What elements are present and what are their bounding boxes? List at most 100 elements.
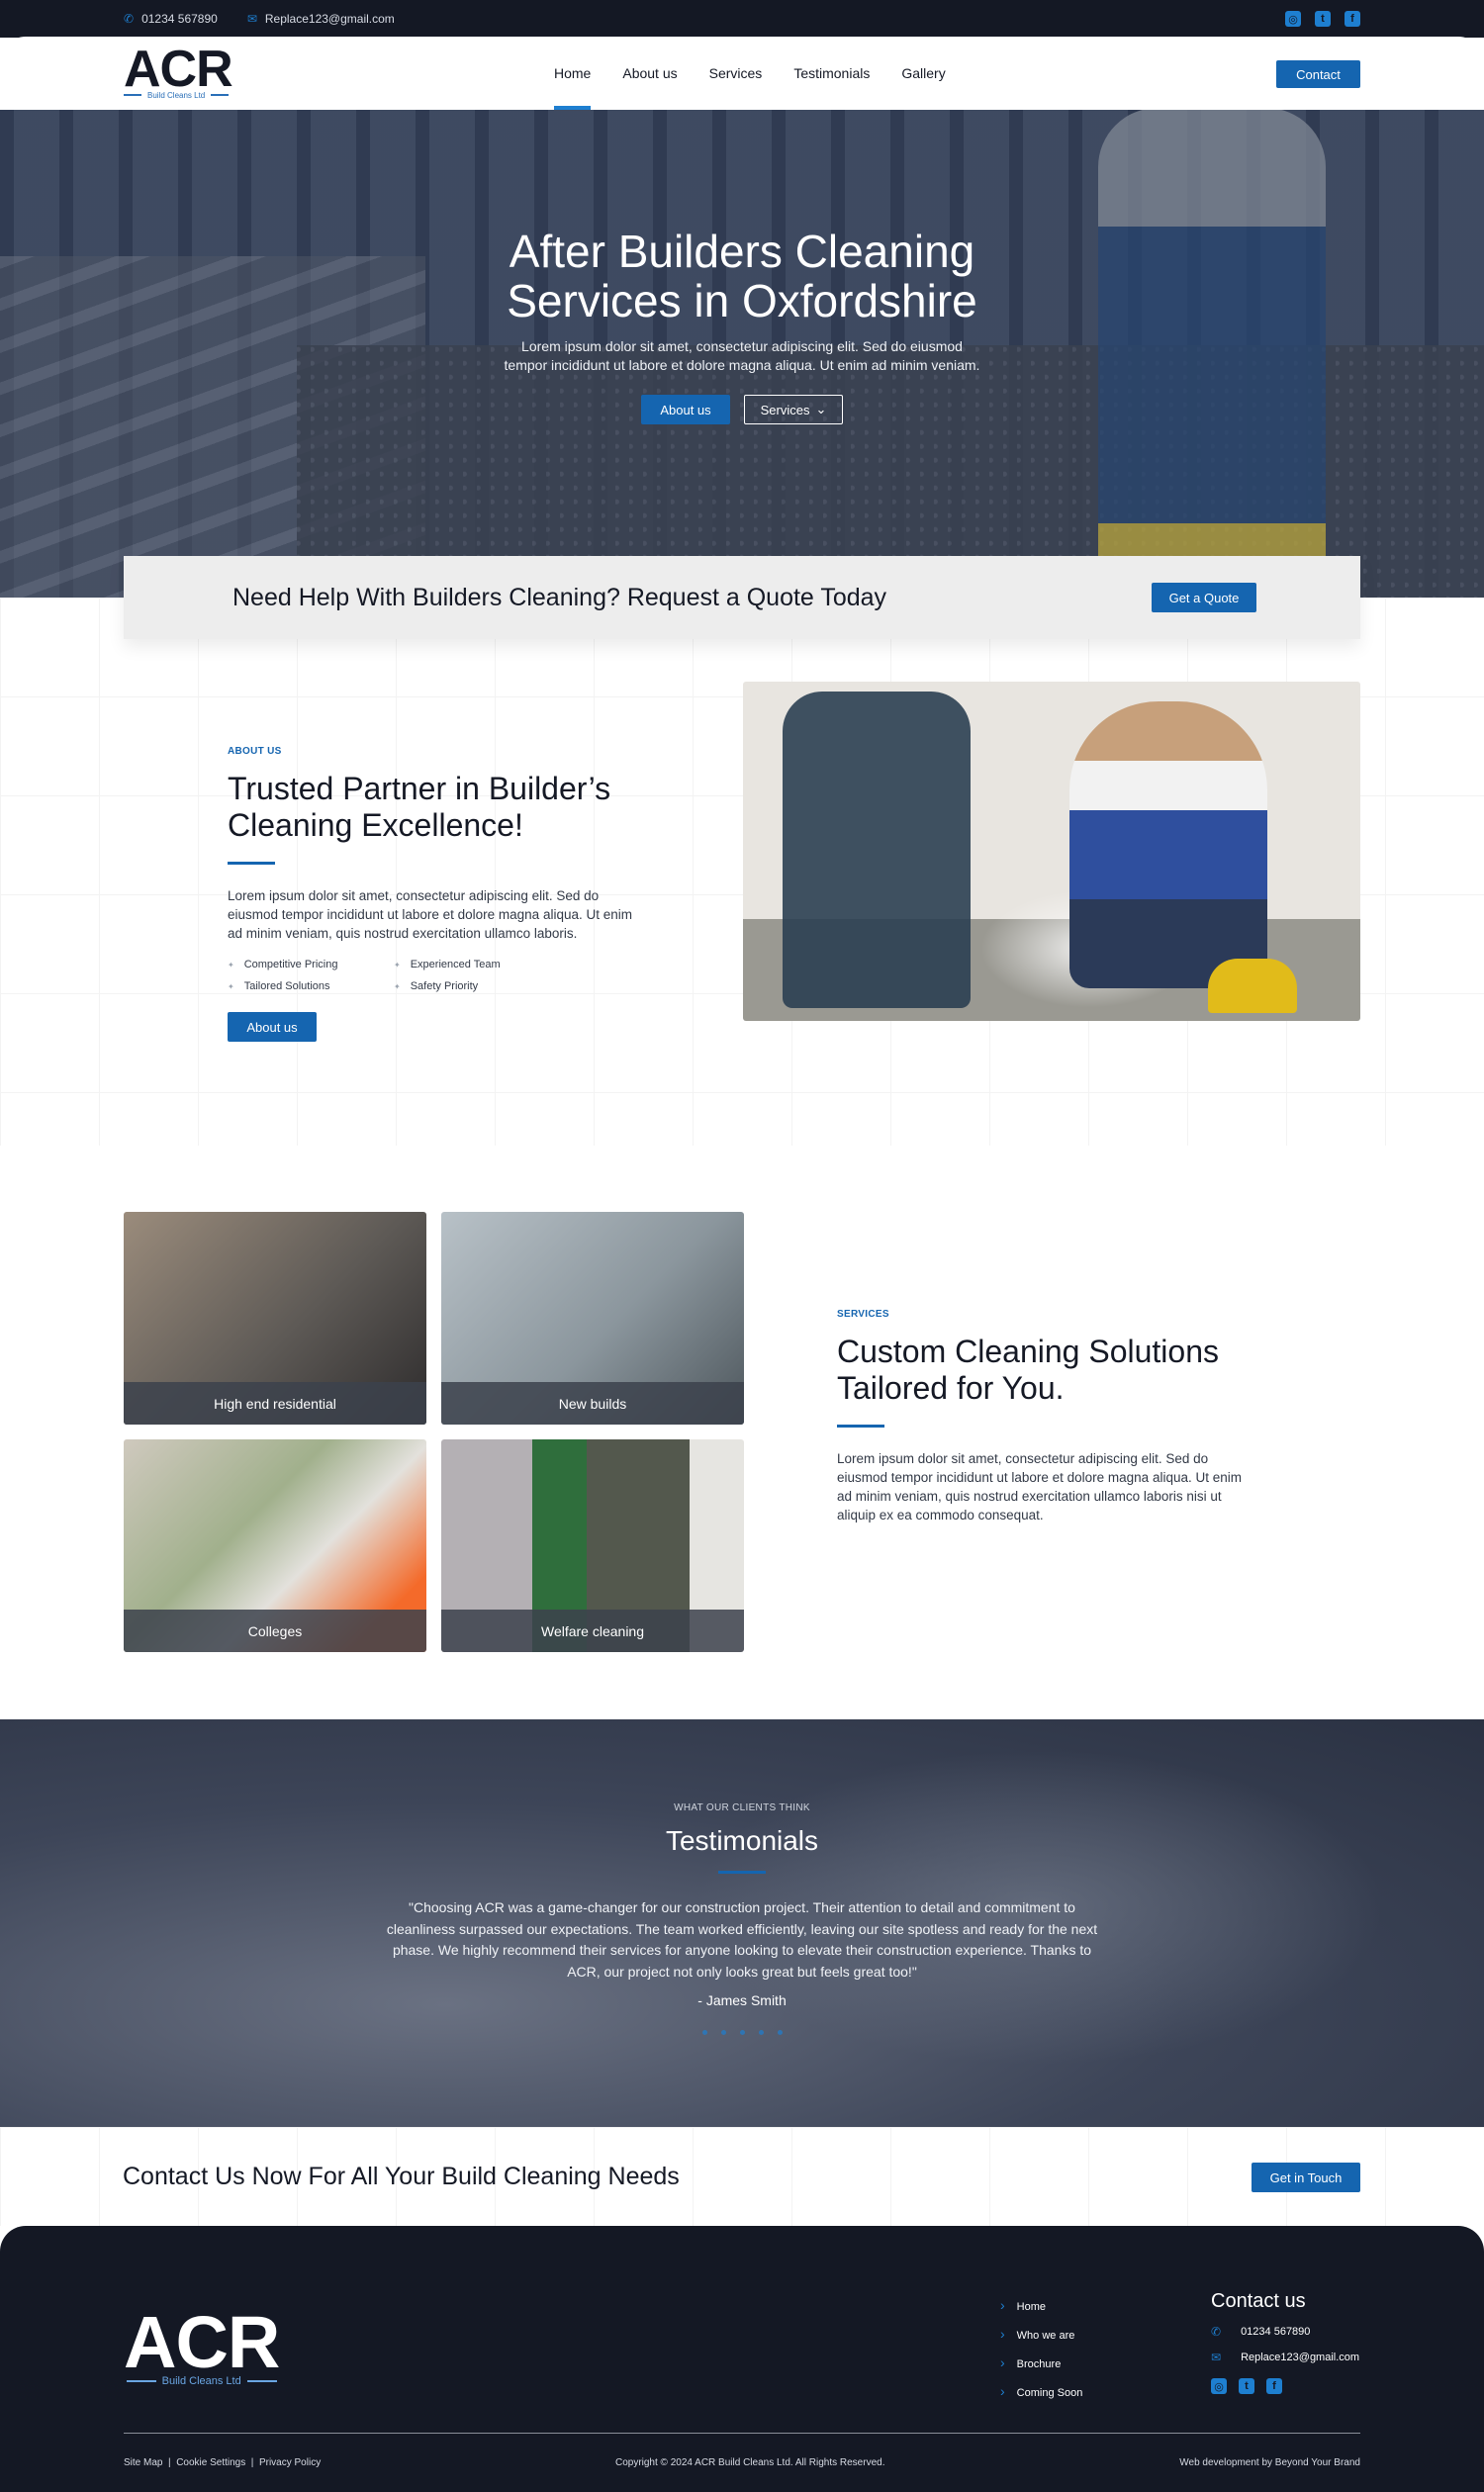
instagram-icon[interactable]: ◎	[1285, 11, 1301, 27]
steam-cleaner	[1208, 959, 1297, 1013]
feature-item: Safety Priority	[394, 980, 552, 992]
logo[interactable]: ACR Build Cleans Ltd	[124, 40, 233, 100]
footer-contact-title: Contact us	[1211, 2290, 1306, 2312]
service-card[interactable]: New builds	[441, 1212, 744, 1425]
nav-item-testimonials[interactable]: Testimonials	[793, 37, 870, 110]
service-card-label: High end residential	[124, 1382, 426, 1425]
service-card[interactable]: Welfare cleaning	[441, 1439, 744, 1652]
twitter-icon[interactable]: t	[1315, 11, 1331, 27]
contact-button[interactable]: Contact	[1276, 60, 1360, 88]
mail-icon: ✉	[246, 12, 257, 26]
office-chair	[783, 692, 971, 1008]
testimonials-title: Testimonials	[665, 1825, 819, 1856]
cta-title: Contact Us Now For All Your Build Cleani…	[123, 2163, 680, 2190]
services-text: Lorem ipsum dolor sit amet, consectetur …	[837, 1451, 1242, 1523]
carousel-dot[interactable]	[701, 2030, 707, 2035]
feature-item: Experienced Team	[394, 959, 552, 970]
footer-link-brochure[interactable]: Brochure	[1000, 2354, 1082, 2370]
chevron-down-icon: ⌄	[815, 402, 827, 416]
quote-title: Need Help With Builders Cleaning? Reques…	[232, 583, 887, 611]
quote-bar: Need Help With Builders Cleaning? Reques…	[124, 556, 1360, 639]
topbar-email[interactable]: ✉ Replace123@gmail.com	[247, 12, 395, 26]
cleaner-figure	[1069, 701, 1267, 988]
about-title: Trusted Partner in Builder’s Cleaning Ex…	[228, 771, 611, 843]
nav-menu: Home About us Services Testimonials Gall…	[554, 37, 946, 110]
footer-logo-subtitle: Build Cleans Ltd	[161, 2375, 241, 2387]
carousel-dot[interactable]	[777, 2030, 783, 2035]
hero-title: After Builders Cleaning Services in Oxfo…	[0, 227, 1484, 325]
footer-social: ◎ t f	[1211, 2378, 1359, 2394]
divider	[718, 1871, 766, 1874]
phone-icon: ✆	[124, 12, 135, 26]
cookie-settings-link[interactable]: Cookie Settings	[176, 2457, 245, 2468]
footer-link-who-we-are[interactable]: Who we are	[1000, 2326, 1082, 2342]
carousel-dots	[0, 2030, 1484, 2035]
footer-link-coming-soon[interactable]: Coming Soon	[1000, 2383, 1083, 2399]
testimonial-quote: "Choosing ACR was a game-changer for our…	[386, 1899, 1098, 1980]
hero-content: After Builders Cleaning Services in Oxfo…	[0, 227, 1484, 424]
footer-logo[interactable]: ACR Build Cleans Ltd	[124, 2301, 280, 2388]
about-text: Lorem ipsum dolor sit amet, consectetur …	[228, 888, 632, 941]
hero-services-button[interactable]: Services ⌄	[744, 395, 843, 424]
service-card-label: Welfare cleaning	[441, 1610, 744, 1652]
footer-bottom: Site Map | Cookie Settings | Privacy Pol…	[124, 2457, 1360, 2468]
twitter-icon[interactable]: t	[1239, 2378, 1254, 2394]
nav-item-services[interactable]: Services	[709, 37, 763, 110]
footer-phone-text: 01234 567890	[1241, 2326, 1311, 2338]
about-section: ABOUT US Trusted Partner in Builder’s Cl…	[0, 598, 1484, 1146]
footer-phone[interactable]: ✆ 01234 567890	[1211, 2325, 1359, 2339]
logo-subtitle: Build Cleans Ltd	[147, 90, 206, 100]
service-card-label: Colleges	[124, 1610, 426, 1652]
footer-link-home[interactable]: Home	[1000, 2297, 1082, 2313]
footer-logo-text: ACR	[124, 2301, 280, 2383]
facebook-icon[interactable]: f	[1345, 11, 1360, 27]
hero-about-button[interactable]: About us	[641, 395, 730, 424]
carousel-dot[interactable]	[758, 2030, 764, 2035]
privacy-policy-link[interactable]: Privacy Policy	[259, 2457, 321, 2468]
cta-section: Contact Us Now For All Your Build Cleani…	[0, 2127, 1484, 2226]
services-eyebrow: SERVICES	[837, 1309, 889, 1320]
divider	[228, 862, 275, 865]
carousel-dot[interactable]	[739, 2030, 745, 2035]
footer-email-text: Replace123@gmail.com	[1241, 2352, 1360, 2363]
separator: |	[248, 2457, 259, 2468]
nav-item-gallery[interactable]: Gallery	[901, 37, 945, 110]
hero-text: Lorem ipsum dolor sit amet, consectetur …	[0, 337, 1484, 375]
developer-credit[interactable]: Web development by Beyond Your Brand	[1179, 2457, 1360, 2468]
about-button[interactable]: About us	[228, 1012, 317, 1042]
site-map-link[interactable]: Site Map	[124, 2457, 162, 2468]
services-section: High end residential New builds Colleges…	[0, 1146, 1484, 1719]
topbar-phone[interactable]: ✆ 01234 567890	[124, 12, 218, 26]
phone-icon: ✆	[1211, 2325, 1222, 2339]
testimonials-section: WHAT OUR CLIENTS THINK Testimonials "Cho…	[0, 1719, 1484, 2127]
hero-text-line1: Lorem ipsum dolor sit amet, consectetur …	[521, 338, 963, 354]
services-title: Custom Cleaning Solutions Tailored for Y…	[837, 1334, 1219, 1406]
hero-title-line2: Services in Oxfordshire	[507, 275, 977, 326]
feature-list: Competitive Pricing Experienced Team Tai…	[228, 959, 643, 992]
about-eyebrow: ABOUT US	[228, 746, 282, 757]
nav-item-about[interactable]: About us	[622, 37, 677, 110]
service-card[interactable]: High end residential	[124, 1212, 426, 1425]
logo-line-left	[126, 2380, 156, 2382]
hero-section: After Builders Cleaning Services in Oxfo…	[0, 108, 1484, 598]
main-navbar: ACR Build Cleans Ltd Home About us Servi…	[0, 37, 1484, 110]
facebook-icon[interactable]: f	[1266, 2378, 1282, 2394]
separator: |	[165, 2457, 177, 2468]
testimonial-author: - James Smith	[697, 1992, 787, 2008]
topbar-email-text: Replace123@gmail.com	[264, 12, 395, 26]
footer-email[interactable]: ✉ Replace123@gmail.com	[1211, 2351, 1359, 2364]
carousel-dot[interactable]	[720, 2030, 726, 2035]
footer-logo-subline: Build Cleans Ltd	[124, 2375, 279, 2387]
get-quote-button[interactable]: Get a Quote	[1152, 583, 1256, 612]
footer-legal-links: Site Map | Cookie Settings | Privacy Pol…	[124, 2457, 321, 2468]
top-bar: ✆ 01234 567890 ✉ Replace123@gmail.com ◎ …	[0, 0, 1484, 38]
logo-text: ACR	[124, 40, 233, 98]
service-card-label: New builds	[441, 1382, 744, 1425]
hero-title-line1: After Builders Cleaning	[509, 226, 975, 277]
nav-item-home[interactable]: Home	[554, 37, 592, 110]
instagram-icon[interactable]: ◎	[1211, 2378, 1227, 2394]
get-in-touch-button[interactable]: Get in Touch	[1252, 2163, 1360, 2192]
service-card[interactable]: Colleges	[124, 1439, 426, 1652]
logo-line-right	[211, 94, 230, 96]
testimonials-eyebrow: WHAT OUR CLIENTS THINK	[674, 1802, 810, 1813]
